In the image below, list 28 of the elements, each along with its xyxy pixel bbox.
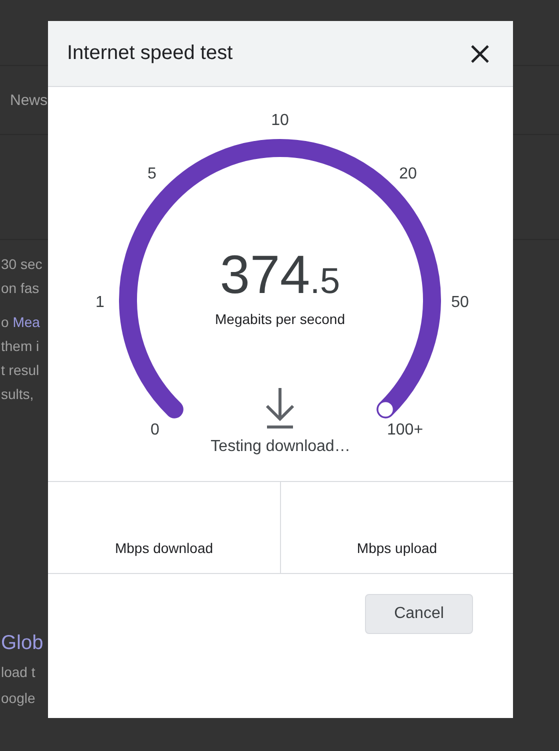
gauge-label: 1: [96, 294, 104, 312]
snippet-text: them i: [1, 337, 40, 356]
result-snippet: oogle: [1, 689, 36, 708]
download-icon: [266, 386, 294, 428]
snippet-text: 30 sec: [1, 255, 44, 274]
speed-unit: Megabits per second: [215, 311, 345, 327]
gauge-label: 0: [150, 421, 160, 438]
gauge-label: 50: [451, 294, 469, 312]
result-snippet: load t: [1, 663, 36, 682]
gauge-label: 20: [399, 165, 417, 182]
snippet-text: sults,: [1, 385, 35, 404]
snippet-text: on fas: [1, 279, 40, 298]
snippet-link[interactable]: Mea: [12, 314, 40, 330]
dialog-title: Internet speed test: [67, 42, 233, 65]
speed-value: 374.5: [220, 245, 340, 305]
snippet-text: o Mea: [1, 313, 41, 332]
result-title[interactable]: Glob: [1, 627, 44, 659]
cancel-button[interactable]: Cancel: [365, 594, 473, 634]
gauge-label: 5: [148, 165, 156, 182]
snippet-text: t resul: [1, 361, 40, 380]
close-icon[interactable]: [471, 44, 489, 62]
result-label: Mbps upload: [356, 540, 438, 556]
news-tab[interactable]: News: [10, 92, 48, 108]
result-label: Mbps download: [114, 540, 214, 556]
gauge-label: 100+: [387, 421, 424, 438]
gauge-thumb: [376, 400, 394, 418]
gauge-label: 10: [271, 112, 289, 129]
status-text: Testing download…: [210, 438, 350, 456]
